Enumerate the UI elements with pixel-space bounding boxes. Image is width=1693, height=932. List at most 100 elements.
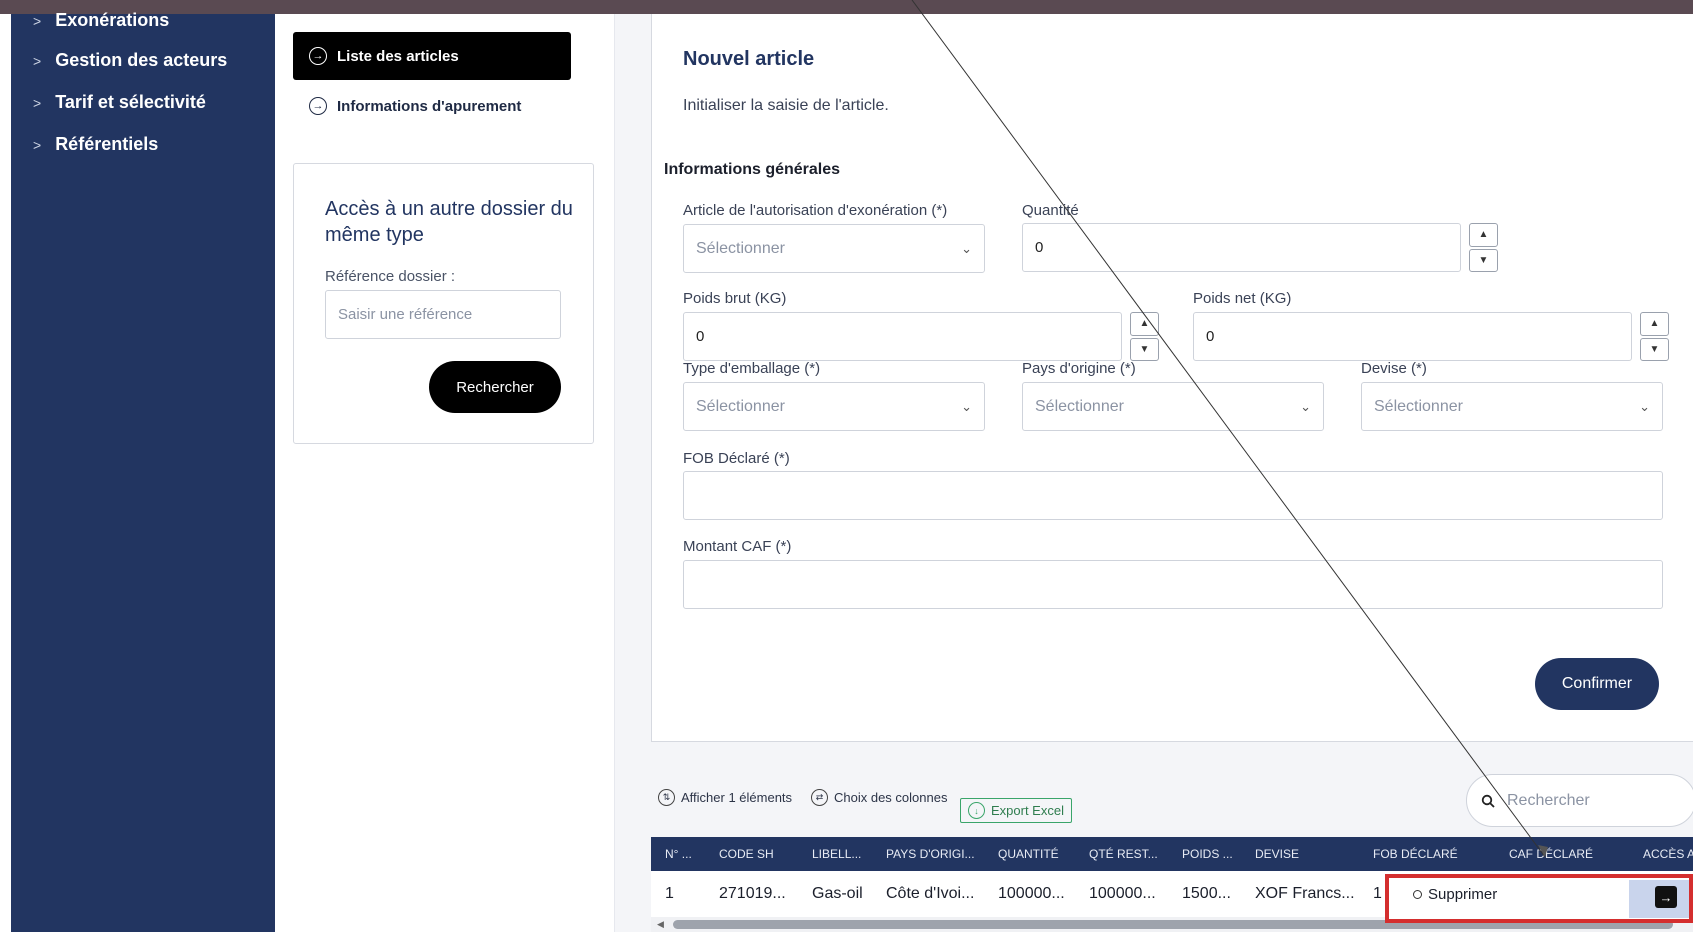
chevron-right-icon: > (33, 94, 42, 111)
chevron-right-icon: > (33, 12, 42, 29)
sidebar-item-label: Exonérations (55, 10, 170, 30)
sidebar-item-referentiels[interactable]: > Référentiels (33, 134, 158, 155)
table-cell: Gas-oil (812, 885, 863, 902)
export-excel-button[interactable]: ↓ Export Excel (960, 798, 1072, 823)
article-label: Article de l'autorisation d'exonération … (683, 202, 948, 219)
column-header[interactable]: ACCÈS A... (1643, 837, 1693, 871)
quantite-stepper[interactable]: ▲ ▼ (1469, 223, 1498, 272)
swap-icon: ⇄ (811, 789, 828, 806)
input-value: 0 (1035, 239, 1044, 256)
sidebar-item-exonerations[interactable]: > Exonérations (33, 10, 169, 31)
column-header[interactable]: PAYS D'ORIGI... (886, 837, 975, 871)
table-cell: 1 (665, 885, 674, 902)
chevron-right-icon: > (33, 52, 42, 69)
chevron-down-icon: ⌄ (961, 398, 972, 414)
column-header[interactable]: QTÉ REST... (1089, 837, 1158, 871)
top-bar (0, 0, 1693, 14)
download-icon: ↓ (968, 802, 985, 819)
table-cell: 1500... (1182, 885, 1231, 902)
column-header[interactable]: N° ... (665, 837, 692, 871)
table-cell: 100000... (998, 885, 1065, 902)
chevron-down-icon[interactable]: ▼ (1130, 337, 1159, 361)
devise-select[interactable]: Sélectionner ⌄ (1361, 382, 1663, 431)
table-cell: 1 (1373, 885, 1382, 902)
form-subtitle: Initialiser la saisie de l'article. (683, 97, 889, 114)
nav-label: Liste des articles (337, 47, 459, 65)
toolbar-label: Afficher 1 éléments (681, 790, 793, 805)
confirm-button[interactable]: Confirmer (1535, 658, 1659, 710)
sidebar-item-label: Référentiels (55, 134, 159, 154)
nav-liste-articles[interactable]: → Liste des articles (293, 32, 571, 80)
ref-input[interactable]: Saisir une référence (325, 290, 561, 339)
sidebar: > Exonérations > Gestion des acteurs > T… (11, 10, 275, 932)
pays-select[interactable]: Sélectionner ⌄ (1022, 382, 1324, 431)
pays-label: Pays d'origine (*) (1022, 360, 1136, 377)
quantite-label: Quantité (1022, 202, 1079, 219)
sidebar-item-tarif[interactable]: > Tarif et sélectivité (33, 92, 206, 113)
arrow-right-icon[interactable]: → (1655, 886, 1677, 908)
chevron-down-icon[interactable]: ▼ (1469, 248, 1498, 272)
chevron-up-icon[interactable]: ▲ (1130, 312, 1159, 336)
poids-brut-input[interactable]: 0 (683, 312, 1122, 361)
select-value: Sélectionner (1035, 397, 1124, 415)
emballage-label: Type d'emballage (*) (683, 360, 821, 377)
chevron-down-icon: ⌄ (961, 240, 972, 256)
circle-arrow-right-icon: → (309, 47, 327, 65)
column-header[interactable]: QUANTITÉ (998, 837, 1059, 871)
input-value: 0 (696, 328, 705, 345)
chevron-right-icon: > (33, 136, 42, 153)
table-cell: 271019... (719, 885, 786, 902)
poids-net-label: Poids net (KG) (1193, 290, 1292, 307)
row-actions-menu: Supprimer → (1385, 874, 1693, 923)
sidebar-item-label: Tarif et sélectivité (55, 92, 206, 112)
search-icon (1481, 794, 1495, 808)
article-select[interactable]: Sélectionner ⌄ (683, 224, 985, 273)
left-column: → Liste des articles → Informations d'ap… (275, 14, 615, 932)
article-form: Nouvel article Initialiser la saisie de … (651, 14, 1693, 742)
devise-label: Devise (*) (1361, 360, 1427, 377)
search-file-button[interactable]: Rechercher (429, 361, 561, 413)
emballage-select[interactable]: Sélectionner ⌄ (683, 382, 985, 431)
toolbar-label: Choix des colonnes (834, 790, 948, 805)
select-value: Sélectionner (696, 239, 785, 257)
form-title: Nouvel article (683, 48, 815, 70)
show-elements-button[interactable]: ⇅ Afficher 1 éléments (658, 789, 792, 806)
ref-placeholder: Saisir une référence (338, 306, 473, 323)
column-header[interactable]: CAF DÉCLARÉ (1509, 837, 1593, 871)
table-cell: XOF Francs... (1255, 885, 1355, 902)
panel-title: Accès à un autre dossier du même type (325, 198, 573, 246)
table-search-input[interactable]: Rechercher (1466, 774, 1693, 827)
sidebar-item-gestion-acteurs[interactable]: > Gestion des acteurs (33, 50, 227, 71)
column-header[interactable]: LIBELL... (812, 837, 861, 871)
chevron-down-icon: ⌄ (1639, 398, 1650, 414)
quantite-input[interactable]: 0 (1022, 223, 1461, 272)
poids-brut-stepper[interactable]: ▲ ▼ (1130, 312, 1159, 361)
radio-circle-icon (1413, 890, 1422, 899)
column-header[interactable]: POIDS ... (1182, 837, 1233, 871)
chevron-up-icon[interactable]: ▲ (1640, 312, 1669, 336)
choose-columns-button[interactable]: ⇄ Choix des colonnes (811, 789, 947, 806)
input-value: 0 (1206, 328, 1215, 345)
delete-option[interactable]: Supprimer (1413, 886, 1497, 903)
caf-input[interactable] (683, 560, 1663, 609)
search-placeholder: Rechercher (1507, 791, 1590, 809)
chevron-up-icon[interactable]: ▲ (1469, 223, 1498, 247)
scroll-left-icon[interactable]: ◀ (657, 919, 664, 930)
section-title: Informations générales (664, 161, 841, 178)
table-cell: Côte d'Ivoi... (886, 885, 975, 902)
other-file-panel: Accès à un autre dossier du même type Ré… (293, 163, 594, 444)
column-header[interactable]: DEVISE (1255, 837, 1299, 871)
nav-informations-apurement[interactable]: → Informations d'apurement (293, 82, 571, 130)
fob-input[interactable] (683, 471, 1663, 520)
poids-brut-label: Poids brut (KG) (683, 290, 787, 307)
table-header: N° ... CODE SH LIBELL... PAYS D'ORIGI...… (651, 837, 1693, 871)
option-label: Supprimer (1428, 886, 1498, 903)
fob-label: FOB Déclaré (*) (683, 450, 790, 467)
caf-label: Montant CAF (*) (683, 538, 792, 555)
column-header[interactable]: FOB DÉCLARÉ (1373, 837, 1458, 871)
poids-net-input[interactable]: 0 (1193, 312, 1632, 361)
table-cell: 100000... (1089, 885, 1156, 902)
chevron-down-icon[interactable]: ▼ (1640, 337, 1669, 361)
column-header[interactable]: CODE SH (719, 837, 774, 871)
poids-net-stepper[interactable]: ▲ ▼ (1640, 312, 1669, 361)
